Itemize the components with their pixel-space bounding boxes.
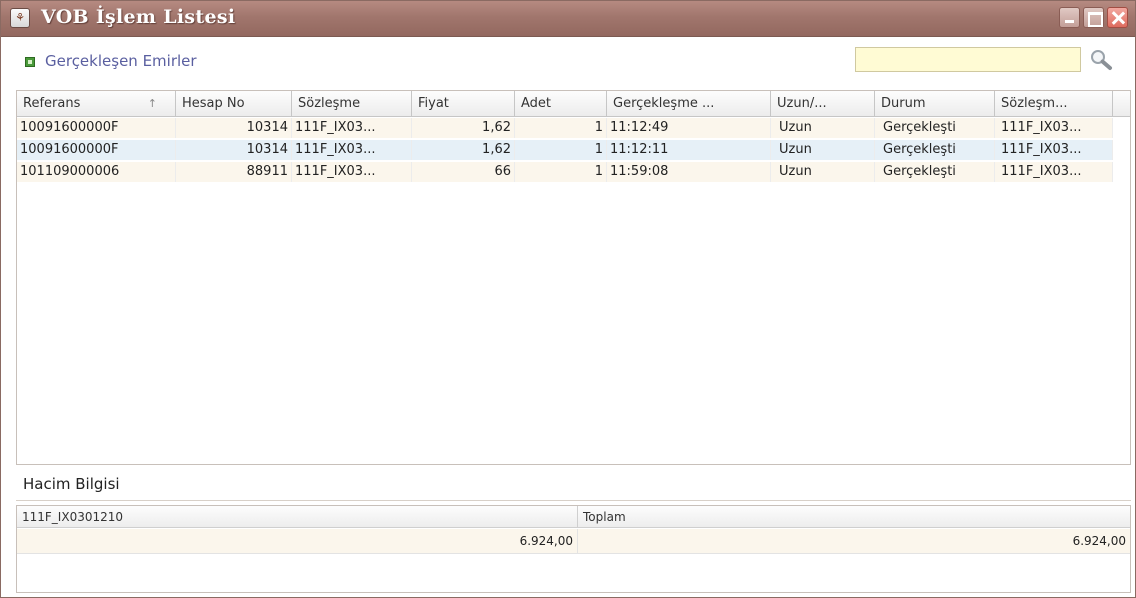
cell-hesap-no: 10314	[176, 118, 292, 138]
col-header-hesap-no[interactable]: Hesap No	[176, 91, 292, 117]
vob-window: ⚘ VOB İşlem Listesi Gerçekleşen Emirler …	[0, 0, 1136, 598]
col-header-durum[interactable]: Durum	[875, 91, 995, 117]
divider	[16, 500, 1131, 501]
cell-uzun: Uzun	[771, 140, 875, 160]
table-row[interactable]: 10091600000F 10314 111F_IX03... 1,62 1 1…	[17, 140, 1113, 160]
col-header-uzun[interactable]: Uzun/...	[771, 91, 875, 117]
cell-adet: 1	[515, 162, 607, 182]
cell-uzun: Uzun	[771, 118, 875, 138]
sort-ascending-icon: ↑	[147, 97, 157, 110]
cell-durum: Gerçekleşti	[875, 140, 995, 160]
col-header-referans[interactable]: Referans ↑	[17, 91, 176, 117]
cell-sozlesme: 111F_IX03...	[292, 140, 412, 160]
table-row[interactable]: 10091600000F 10314 111F_IX03... 1,62 1 1…	[17, 118, 1113, 138]
close-button[interactable]	[1107, 7, 1128, 28]
volume-col-header-total[interactable]: Toplam	[578, 506, 1130, 528]
cell-referans: 10091600000F	[17, 118, 176, 138]
cell-gerceklesme: 11:59:08	[607, 162, 771, 182]
cell-sozlesme: 111F_IX03...	[292, 162, 412, 182]
search-icon[interactable]	[1088, 48, 1116, 72]
volume-cell-total: 6.924,00	[578, 529, 1130, 554]
orders-grid-header: Referans ↑ Hesap No Sözleşme Fiyat Adet …	[17, 91, 1130, 117]
cell-gerceklesme: 11:12:11	[607, 140, 771, 160]
cell-fiyat: 66	[412, 162, 515, 182]
cell-hesap-no: 10314	[176, 140, 292, 160]
window-title: VOB İşlem Listesi	[41, 6, 236, 28]
cell-sozlesme: 111F_IX03...	[292, 118, 412, 138]
table-row[interactable]: 101109000006 88911 111F_IX03... 66 1 11:…	[17, 162, 1113, 182]
cell-sozlesme-2: 111F_IX03...	[995, 162, 1113, 182]
cell-referans: 101109000006	[17, 162, 176, 182]
col-header-adet[interactable]: Adet	[515, 91, 607, 117]
col-header-fiyat[interactable]: Fiyat	[412, 91, 515, 117]
cell-fiyat: 1,62	[412, 140, 515, 160]
col-header-sozlesme[interactable]: Sözleşme	[292, 91, 412, 117]
cell-adet: 1	[515, 118, 607, 138]
cell-uzun: Uzun	[771, 162, 875, 182]
cell-referans: 10091600000F	[17, 140, 176, 160]
volume-col-header-contract[interactable]: 111F_IX0301210	[17, 506, 578, 528]
maximize-button[interactable]	[1083, 7, 1104, 28]
cell-gerceklesme: 11:12:49	[607, 118, 771, 138]
green-square-icon	[25, 57, 35, 67]
cell-adet: 1	[515, 140, 607, 160]
col-header-gerceklesme[interactable]: Gerçekleşme ...	[607, 91, 771, 117]
minimize-button[interactable]	[1059, 7, 1080, 28]
title-bar[interactable]: ⚘ VOB İşlem Listesi	[1, 1, 1135, 37]
section-title: Gerçekleşen Emirler	[45, 52, 197, 70]
volume-grid: 111F_IX0301210 Toplam 6.924,00 6.924,00	[16, 505, 1131, 593]
cell-hesap-no: 88911	[176, 162, 292, 182]
app-icon: ⚘	[10, 8, 30, 28]
cell-fiyat: 1,62	[412, 118, 515, 138]
search-input[interactable]	[855, 47, 1081, 72]
cell-durum: Gerçekleşti	[875, 118, 995, 138]
volume-section-title: Hacim Bilgisi	[23, 475, 120, 493]
volume-cell-contract: 6.924,00	[17, 529, 578, 554]
cell-sozlesme-2: 111F_IX03...	[995, 140, 1113, 160]
orders-grid: Referans ↑ Hesap No Sözleşme Fiyat Adet …	[16, 90, 1131, 465]
col-header-sozlesme-2[interactable]: Sözleşm...	[995, 91, 1113, 117]
cell-sozlesme-2: 111F_IX03...	[995, 118, 1113, 138]
cell-durum: Gerçekleşti	[875, 162, 995, 182]
